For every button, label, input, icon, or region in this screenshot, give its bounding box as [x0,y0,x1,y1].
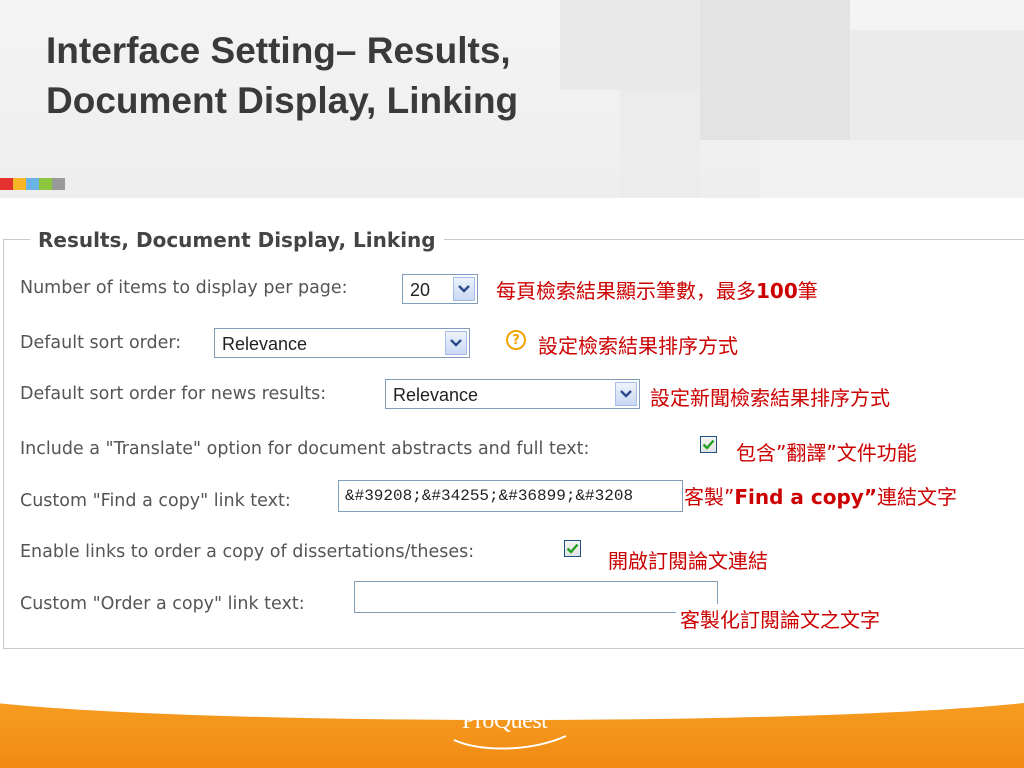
logo-swoosh-icon [453,735,567,750]
items-per-page-label: Number of items to display per page: [20,278,348,298]
header-decoration [760,140,1024,198]
default-sort-select[interactable]: Relevance [214,328,470,358]
order-links-note: 開啟訂閱論文連結 [608,549,768,573]
checkmark-icon [702,439,715,450]
accent-swatch-blue [26,178,39,190]
items-per-page-note-prefix: 每頁檢索結果顯示筆數，最多 [496,279,756,303]
order-text-note: 客製化訂閱論文之文字 [676,604,880,633]
accent-swatch-red [0,178,13,190]
chevron-down-icon[interactable] [453,277,475,301]
find-copy-note-bold: Find a copy” [734,485,877,509]
find-copy-input[interactable]: &#39208;&#34255;&#36899;&#3208 [338,480,683,512]
help-icon[interactable]: ? [506,330,526,350]
default-sort-note: 設定檢索結果排序方式 [538,334,738,358]
order-links-label: Enable links to order a copy of disserta… [20,542,475,562]
default-sort-label: Default sort order: [20,333,182,353]
find-copy-label: Custom "Find a copy" link text: [20,491,291,511]
order-links-checkbox[interactable] [564,540,581,557]
news-sort-value: Relevance [393,385,479,405]
header-decoration [700,0,850,140]
slide-title-line1: Interface Setting– Results, [46,30,511,71]
slide-header: Interface Setting– Results, Document Dis… [0,0,1024,198]
checkmark-icon [566,543,579,554]
header-decoration [560,0,700,90]
items-per-page-select[interactable]: 20 [402,274,478,304]
accent-swatch-yellow [13,178,26,190]
translate-note: 包含”翻譯”文件功能 [736,441,917,465]
accent-swatch-green [39,178,52,190]
find-copy-input-value: &#39208;&#34255;&#36899;&#3208 [345,487,634,505]
slide-title-line2: Document Display, Linking [46,80,519,121]
header-decoration [620,90,700,198]
translate-checkbox[interactable] [700,436,717,453]
order-text-input[interactable] [354,581,718,613]
items-per-page-note: 每頁檢索結果顯示筆數，最多100筆 [496,275,818,304]
items-per-page-note-suffix: 筆 [797,279,818,303]
items-per-page-value: 20 [410,280,431,300]
news-sort-label: Default sort order for news results: [20,384,327,404]
slide-title: Interface Setting– Results, Document Dis… [46,26,518,126]
find-copy-note-suffix: 連結文字 [876,485,957,509]
translate-label: Include a "Translate" option for documen… [20,439,590,459]
default-sort-value: Relevance [222,334,308,354]
items-per-page-note-number: 100 [756,279,798,303]
header-decoration [850,30,1024,140]
accent-swatch-gray [52,178,65,190]
order-text-label: Custom "Order a copy" link text: [20,594,305,614]
chevron-down-icon[interactable] [615,382,637,406]
accent-color-bar [0,178,65,190]
news-sort-note: 設定新聞檢索結果排序方式 [650,386,890,410]
news-sort-select[interactable]: Relevance [385,379,640,409]
find-copy-note: 客製”Find a copy”連結文字 [684,481,957,510]
chevron-down-icon[interactable] [445,331,467,355]
find-copy-note-prefix: 客製” [684,485,735,509]
fieldset-legend: Results, Document Display, Linking [30,228,444,252]
